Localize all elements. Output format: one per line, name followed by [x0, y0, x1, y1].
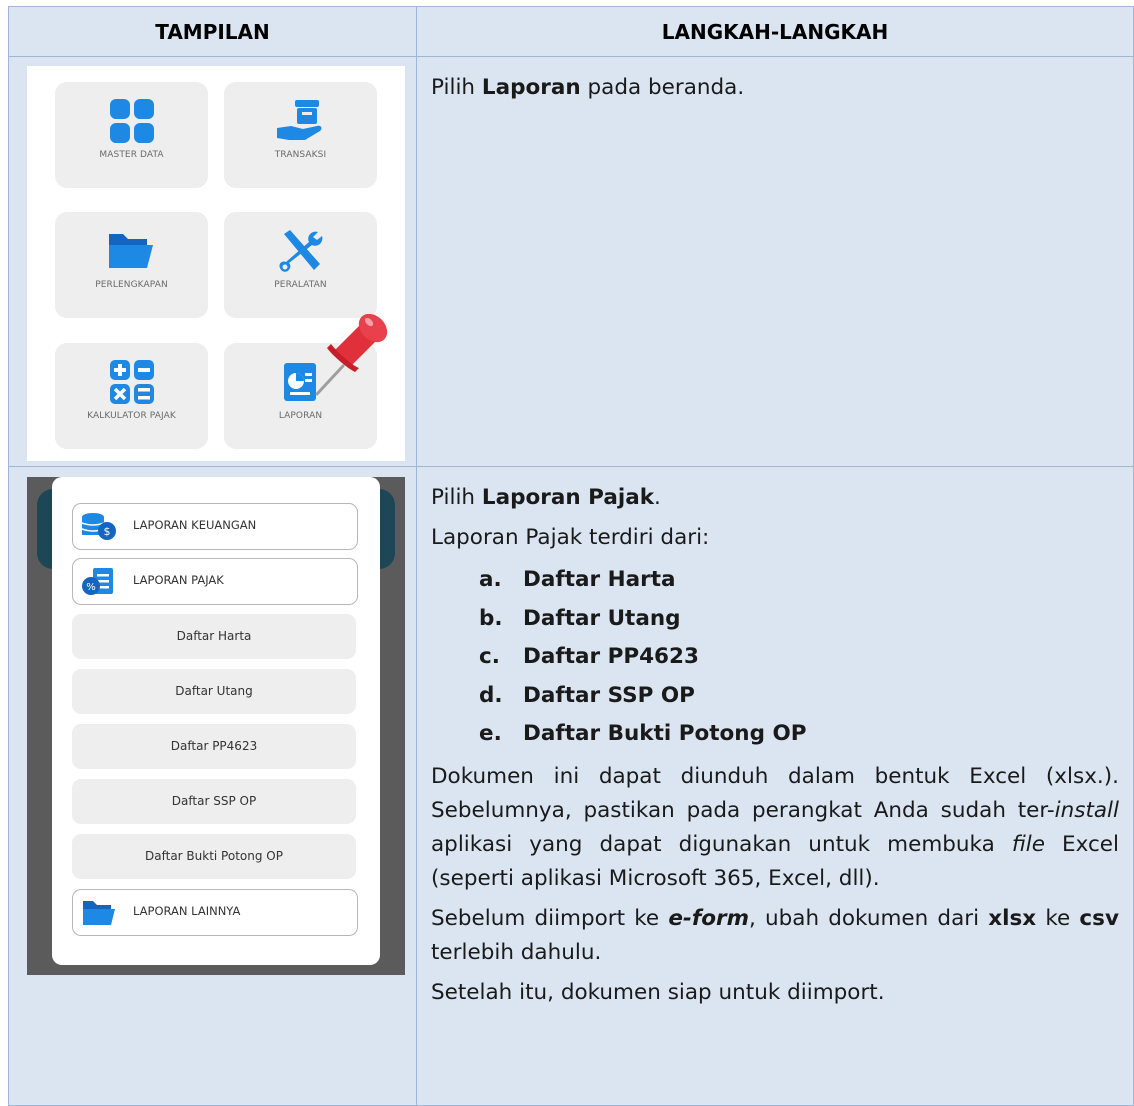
submenu-daftar-pp4623[interactable]: Daftar PP4623: [72, 724, 356, 769]
list-letter: d.: [479, 682, 503, 708]
menu-item-laporan-lainnya[interactable]: LAPORAN LAINNYA: [72, 889, 358, 936]
bold-italic-eform: e-form: [668, 905, 749, 931]
bold-csv: csv: [1079, 905, 1119, 931]
steps-table: TAMPILAN LANGKAH-LANGKAH MASTER DATA TRA…: [8, 6, 1134, 1106]
text-span: terlebih dahulu.: [431, 939, 602, 965]
home-menu-screenshot: MASTER DATA TRANSAKSI PERLENGKAPAN PERAL…: [27, 66, 405, 461]
tile-perlengkapan: PERLENGKAPAN: [55, 212, 208, 318]
text-span: , ubah dokumen dari: [748, 905, 989, 931]
report-menu-screenshot: $ LAPORAN KEUANGAN % LAPORAN PAJAK Dafta…: [27, 477, 405, 975]
step-2-paragraph-2: Laporan Pajak terdiri dari:: [431, 525, 710, 550]
list-item: c. Daftar PP4623: [479, 638, 1119, 677]
folder-icon: [83, 901, 115, 925]
text-span: aplikasi yang dapat digunakan untuk memb…: [431, 831, 1012, 857]
folder-icon: [108, 234, 153, 268]
list-item: b. Daftar Utang: [479, 600, 1119, 639]
submenu-daftar-utang[interactable]: Daftar Utang: [72, 669, 356, 714]
header-langkah: LANGKAH-LANGKAH: [416, 6, 1134, 57]
tile-transaksi: TRANSAKSI: [224, 82, 377, 188]
step-2-paragraph-4: Sebelum diimport ke e-form, ubah dokumen…: [431, 902, 1119, 970]
header-tampilan: TAMPILAN: [8, 6, 417, 57]
bold-laporan: Laporan: [481, 75, 581, 100]
tile-master-data: MASTER DATA: [55, 82, 208, 188]
menu-item-laporan-pajak[interactable]: % LAPORAN PAJAK: [72, 558, 358, 605]
step-1-text: Pilih Laporan pada beranda.: [416, 56, 1134, 467]
text-span: Dokumen ini dapat diunduh dalam bentuk E…: [431, 763, 1119, 823]
screenshot-cell-1: MASTER DATA TRANSAKSI PERLENGKAPAN PERAL…: [8, 56, 417, 467]
list-item: d. Daftar SSP OP: [479, 677, 1119, 716]
text-span: Pilih: [431, 75, 482, 100]
svg-text:%: %: [86, 582, 96, 593]
step-1-paragraph: Pilih Laporan pada beranda.: [431, 71, 1119, 105]
list-text: Daftar PP4623: [523, 644, 699, 669]
submenu-daftar-bukti-potong-op[interactable]: Daftar Bukti Potong OP: [72, 834, 356, 879]
calculator-icon: [109, 360, 154, 404]
tile-peralatan: PERALATAN: [224, 212, 377, 318]
list-text: Daftar Harta: [523, 567, 676, 592]
text-span: Sebelum diimport ke: [431, 905, 669, 931]
bold-laporan-pajak: Laporan Pajak: [481, 485, 655, 510]
coins-icon: $: [81, 513, 116, 540]
menu-item-label: LAPORAN PAJAK: [133, 573, 224, 587]
tile-label: LAPORAN: [278, 411, 323, 421]
text-span: .: [654, 485, 661, 510]
text-span: ke: [1036, 905, 1080, 931]
list-letter: c.: [479, 644, 500, 669]
tile-kalkulator-pajak: KALKULATOR PAJAK: [55, 343, 208, 449]
text-span: Pilih: [431, 485, 482, 510]
tile-label: PERALATAN: [274, 280, 327, 290]
tile-label: PERLENGKAPAN: [95, 280, 168, 290]
submenu-daftar-ssp-op[interactable]: Daftar SSP OP: [72, 779, 356, 824]
tax-doc-icon: %: [82, 568, 113, 595]
list-text: Daftar SSP OP: [523, 682, 695, 708]
italic-install: install: [1054, 797, 1119, 823]
list-item: a. Daftar Harta: [479, 561, 1119, 600]
menu-item-laporan-keuangan[interactable]: $ LAPORAN KEUANGAN: [72, 503, 358, 550]
bold-xlsx: xlsx: [988, 905, 1037, 931]
list-item: e. Daftar Bukti Potong OP: [479, 715, 1119, 754]
step-2-paragraph-1: Pilih Laporan Pajak.: [431, 481, 1119, 515]
menu-item-label: LAPORAN LAINNYA: [133, 904, 241, 918]
menu-item-label: LAPORAN KEUANGAN: [133, 518, 257, 532]
report-list: a. Daftar Harta b. Daftar Utang c. Daftar P…: [431, 561, 1119, 760]
list-letter: b.: [479, 605, 503, 631]
submenu-daftar-harta[interactable]: Daftar Harta: [72, 614, 356, 659]
tools-icon: [278, 230, 322, 272]
report-menu-panel: $ LAPORAN KEUANGAN % LAPORAN PAJAK Dafta…: [52, 477, 380, 965]
step-2-paragraph-5: Setelah itu, dokumen siap untuk diimport…: [431, 979, 885, 1005]
grid-icon: [109, 99, 154, 143]
tile-label: TRANSAKSI: [274, 150, 327, 160]
step-2-text: Pilih Laporan Pajak. Laporan Pajak terdi…: [416, 466, 1134, 1106]
tile-label: MASTER DATA: [99, 150, 164, 160]
step-2-paragraph-3: Dokumen ini dapat diunduh dalam bentuk E…: [431, 760, 1119, 896]
list-letter: a.: [479, 567, 502, 592]
list-text: Daftar Bukti Potong OP: [523, 721, 807, 746]
tile-label: KALKULATOR PAJAK: [87, 411, 176, 421]
hand-box-icon: [276, 100, 321, 140]
list-text: Daftar Utang: [523, 605, 681, 631]
text-span: pada beranda.: [580, 75, 745, 100]
pushpin-icon: [315, 313, 388, 396]
list-letter: e.: [479, 721, 502, 746]
svg-text:$: $: [104, 525, 111, 538]
italic-file: file: [1011, 831, 1045, 857]
screenshot-cell-2: $ LAPORAN KEUANGAN % LAPORAN PAJAK Dafta…: [8, 466, 417, 1106]
